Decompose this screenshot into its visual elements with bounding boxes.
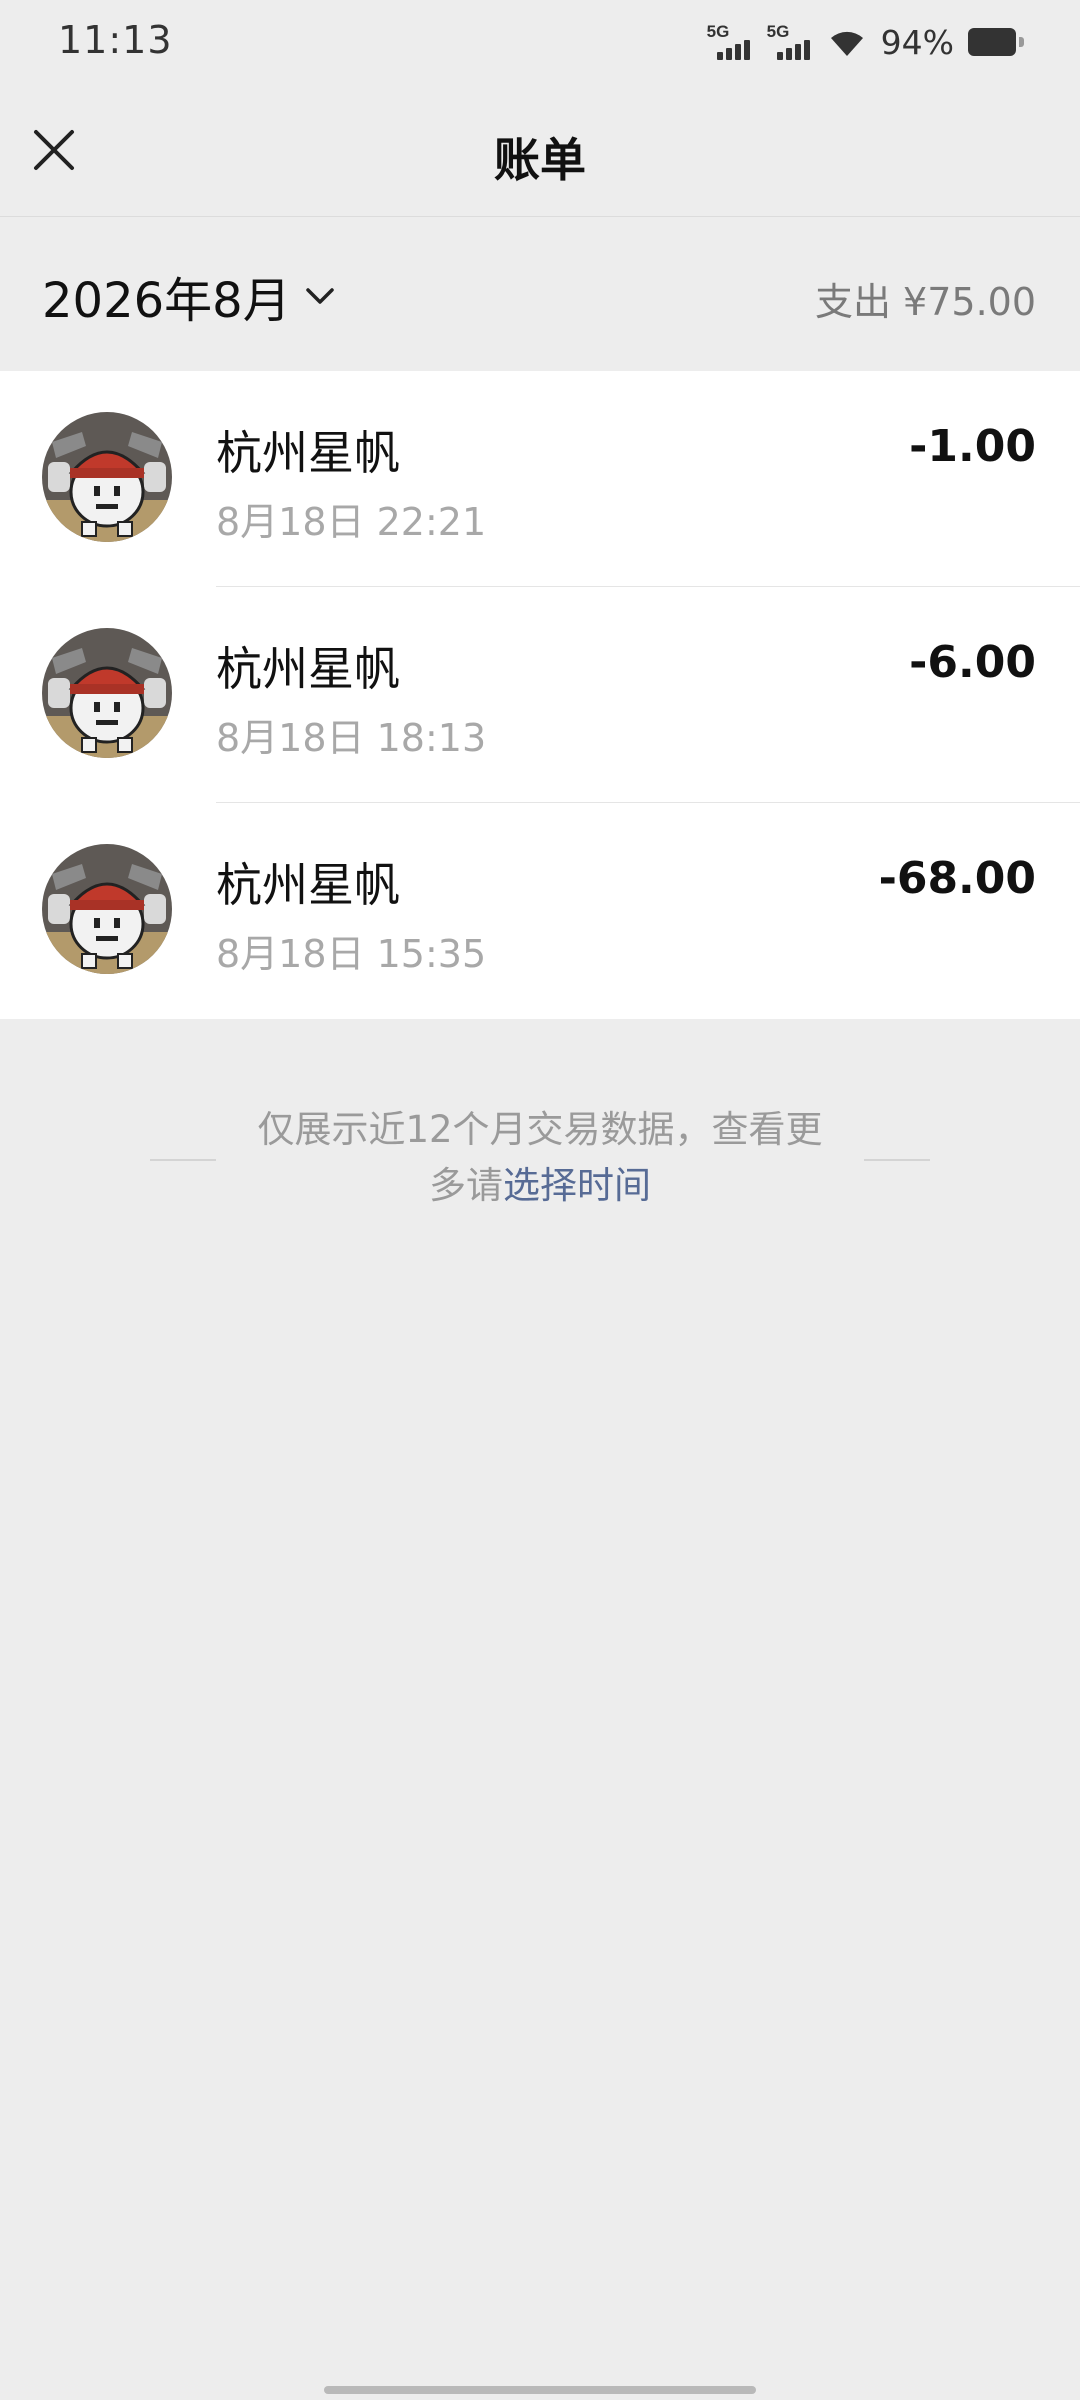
- transaction-datetime: 8月18日 22:21: [216, 500, 487, 544]
- network-type-label: 5G: [766, 22, 790, 41]
- wifi-icon: [830, 31, 863, 56]
- network-type-label: 5G: [706, 22, 730, 41]
- month-label: 2026年8月: [42, 273, 291, 329]
- transaction-list: 杭州星帆 8月18日 22:21 -1.00 杭州星帆 8月18日 18:13 …: [0, 371, 1080, 1019]
- status-time: 11:13: [58, 18, 173, 62]
- merchant-name: 杭州星帆: [216, 426, 400, 480]
- status-bar: 11:13 5G 5G 94%: [0, 0, 1080, 84]
- divider-line: [150, 1159, 216, 1161]
- transaction-amount: -1.00: [909, 421, 1036, 472]
- month-header: 2026年8月 支出 ¥75.00: [0, 217, 1080, 371]
- merchant-name: 杭州星帆: [216, 858, 400, 912]
- avatar: [42, 412, 172, 542]
- page-title: 账单: [494, 133, 586, 187]
- footer-note-text: 仅展示近12个月交易数据，查看更多请选择时间: [250, 1102, 830, 1214]
- nav-bar: 账单: [0, 84, 1080, 217]
- signal-5g-icon: 5G: [707, 22, 757, 62]
- transaction-row[interactable]: 杭州星帆 8月18日 22:21 -1.00: [0, 371, 1080, 587]
- avatar: [42, 628, 172, 758]
- chevron-down-icon: [305, 288, 334, 304]
- avatar: [42, 844, 172, 974]
- transaction-amount: -6.00: [909, 637, 1036, 688]
- status-icons: 5G 5G 94%: [707, 22, 1024, 62]
- signal-5g-icon: 5G: [767, 22, 817, 62]
- battery-icon: [968, 28, 1024, 56]
- transaction-datetime: 8月18日 15:35: [216, 932, 487, 976]
- expense-summary: 支出 ¥75.00: [814, 280, 1036, 324]
- transaction-row[interactable]: 杭州星帆 8月18日 18:13 -6.00: [0, 587, 1080, 803]
- transaction-row[interactable]: 杭州星帆 8月18日 15:35 -68.00: [0, 803, 1080, 1019]
- select-time-link[interactable]: 选择时间: [503, 1164, 651, 1207]
- divider-line: [864, 1159, 930, 1161]
- transaction-amount: -68.00: [878, 853, 1036, 904]
- home-indicator[interactable]: [324, 2386, 756, 2394]
- month-picker[interactable]: 2026年8月: [42, 261, 337, 331]
- transaction-datetime: 8月18日 18:13: [216, 716, 487, 760]
- battery-percent: 94%: [880, 22, 954, 62]
- merchant-name: 杭州星帆: [216, 642, 400, 696]
